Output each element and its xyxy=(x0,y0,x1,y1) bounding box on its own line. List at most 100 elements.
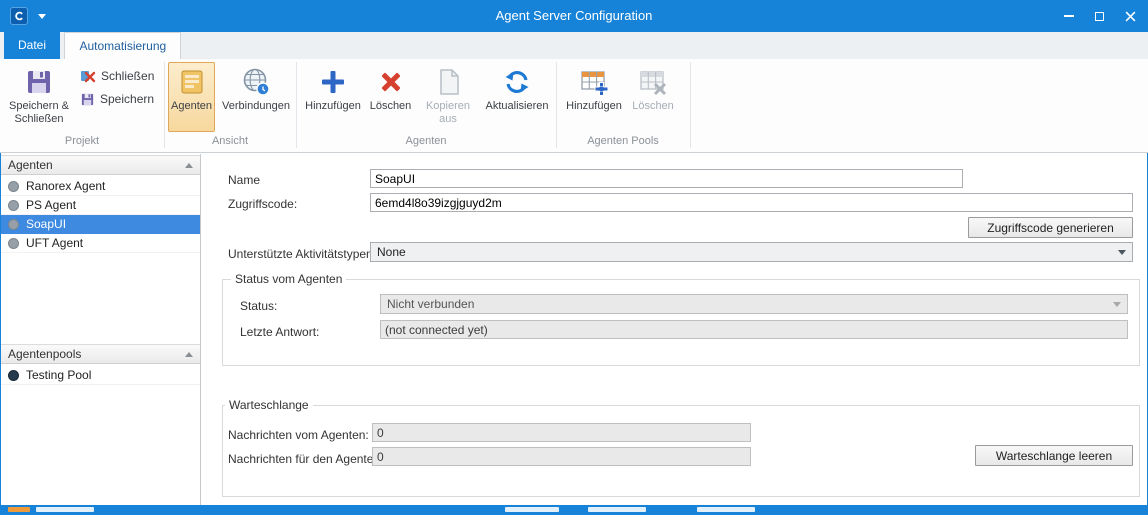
sort-ascending-icon xyxy=(185,163,193,168)
tab-automatisierung[interactable]: Automatisierung xyxy=(64,32,181,59)
ribbon: Speichern & Schließen Schließen Speicher… xyxy=(0,59,1148,153)
pool-add-button[interactable]: Hinzufügen xyxy=(563,62,625,132)
app-window: Agent Server Configuration Datei Automat… xyxy=(0,0,1148,515)
group-caption-ansicht: Ansicht xyxy=(164,135,296,149)
access-code-label: Zugriffscode: xyxy=(228,196,297,212)
pool-add-table-icon xyxy=(578,66,610,98)
delete-x-icon xyxy=(375,66,407,98)
save-and-close-button[interactable]: Speichern & Schließen xyxy=(6,62,72,132)
save-close-icon xyxy=(23,66,55,98)
close-config-label: Schließen xyxy=(101,69,154,83)
maximize-icon xyxy=(1095,12,1104,21)
generate-access-code-button[interactable]: Zugriffscode generieren xyxy=(968,217,1133,238)
sidebar: Agenten Ranorex Agent PS Agent SoapUI UF… xyxy=(1,154,201,505)
bottom-bar-fragment xyxy=(8,507,30,512)
pools-header-label: Agentenpools xyxy=(8,347,81,361)
activity-types-label: Unterstützte Aktivitätstypen: xyxy=(228,246,376,262)
access-code-input[interactable] xyxy=(370,193,1133,212)
agent-name: UFT Agent xyxy=(26,236,83,250)
agent-status-icon xyxy=(8,219,19,230)
status-label: Status: xyxy=(240,298,277,314)
refresh-icon xyxy=(501,66,533,98)
status-group-title: Status vom Agenten xyxy=(231,272,346,286)
agent-delete-button[interactable]: Löschen xyxy=(366,62,415,132)
bottom-bar xyxy=(0,505,1148,515)
quick-access-chevron-icon[interactable] xyxy=(38,14,46,19)
name-label: Name xyxy=(228,172,260,188)
status-group: Status vom Agenten xyxy=(222,272,1140,366)
messages-from-agent-label: Nachrichten vom Agenten: xyxy=(228,427,369,443)
agent-name: PS Agent xyxy=(26,198,76,212)
maximize-button[interactable] xyxy=(1084,0,1114,32)
last-answer-input xyxy=(380,320,1128,339)
bottom-bar-fragment xyxy=(36,507,94,512)
tab-datei[interactable]: Datei xyxy=(4,32,60,59)
agent-list-item-selected[interactable]: SoapUI xyxy=(1,215,200,234)
chevron-down-icon xyxy=(1113,302,1121,307)
group-caption-projekt: Projekt xyxy=(0,135,164,149)
agent-name: SoapUI xyxy=(26,217,66,231)
agent-list-item[interactable]: UFT Agent xyxy=(1,234,200,253)
messages-for-agent-input xyxy=(372,447,751,466)
view-connections-label: Verbindungen xyxy=(219,100,293,113)
save-label: Speichern xyxy=(100,92,154,106)
last-answer-label: Letzte Antwort: xyxy=(240,324,319,340)
refresh-label: Aktualisieren xyxy=(482,100,552,113)
chevron-down-icon xyxy=(1118,250,1126,255)
agents-icon xyxy=(176,66,208,98)
queue-group-title: Warteschlange xyxy=(225,398,313,412)
status-dropdown: Nicht verbunden xyxy=(380,294,1128,314)
view-agents-label: Agenten xyxy=(169,100,214,113)
window-title: Agent Server Configuration xyxy=(0,0,1148,32)
agent-list-item[interactable]: PS Agent xyxy=(1,196,200,215)
group-caption-agenten-pools: Agenten Pools xyxy=(556,135,690,149)
name-input[interactable] xyxy=(370,169,963,188)
pool-list-item[interactable]: Testing Pool xyxy=(1,366,200,385)
pools-list-header[interactable]: Agentenpools xyxy=(1,344,200,364)
agent-add-button[interactable]: Hinzufügen xyxy=(303,62,363,132)
view-agents-button[interactable]: Agenten xyxy=(168,62,215,132)
add-plus-icon xyxy=(317,66,349,98)
agents-list-header[interactable]: Agenten xyxy=(1,155,200,175)
messages-for-agent-label: Nachrichten für den Agenten: xyxy=(228,451,383,467)
messages-from-agent-input xyxy=(372,423,751,442)
close-config-button[interactable]: Schließen xyxy=(76,66,164,86)
app-icon[interactable] xyxy=(10,7,28,25)
app-logo-icon xyxy=(13,10,25,22)
save-close-label: Speichern & Schließen xyxy=(7,100,71,126)
copy-from-label: Kopieren aus xyxy=(420,100,476,126)
copy-document-icon xyxy=(432,66,464,98)
agent-list-item[interactable]: Ranorex Agent xyxy=(1,177,200,196)
copy-from-button: Kopieren aus xyxy=(419,62,477,132)
agents-header-label: Agenten xyxy=(8,158,53,172)
group-caption-agenten: Agenten xyxy=(296,135,556,149)
save-icon xyxy=(80,92,95,107)
refresh-button[interactable]: Aktualisieren xyxy=(481,62,553,132)
agent-delete-label: Löschen xyxy=(367,100,414,113)
agent-add-label: Hinzufügen xyxy=(304,100,362,113)
pool-delete-table-icon xyxy=(637,66,669,98)
view-connections-button[interactable]: Verbindungen xyxy=(218,62,294,132)
close-config-icon xyxy=(80,68,96,84)
agent-name: Ranorex Agent xyxy=(26,179,105,193)
agent-status-icon xyxy=(8,200,19,211)
pool-name: Testing Pool xyxy=(26,368,91,382)
status-value: Nicht verbunden xyxy=(387,297,474,311)
agent-status-icon xyxy=(8,181,19,192)
bottom-bar-fragment xyxy=(697,507,755,512)
pool-status-icon xyxy=(8,370,19,381)
bottom-bar-fragment xyxy=(588,507,646,512)
minimize-button[interactable] xyxy=(1054,0,1084,32)
activity-types-dropdown[interactable]: None xyxy=(370,242,1133,262)
pool-delete-label: Löschen xyxy=(629,100,677,113)
save-button[interactable]: Speichern xyxy=(76,89,164,109)
agent-status-icon xyxy=(8,238,19,249)
ribbon-divider xyxy=(690,62,691,148)
ribbon-tabstrip: Datei Automatisierung xyxy=(0,32,1148,59)
pool-delete-button: Löschen xyxy=(628,62,678,132)
minimize-icon xyxy=(1064,15,1074,17)
clear-queue-button[interactable]: Warteschlange leeren xyxy=(975,445,1133,466)
close-button[interactable] xyxy=(1115,0,1145,32)
close-icon xyxy=(1125,11,1136,22)
bottom-bar-fragment xyxy=(505,507,559,512)
